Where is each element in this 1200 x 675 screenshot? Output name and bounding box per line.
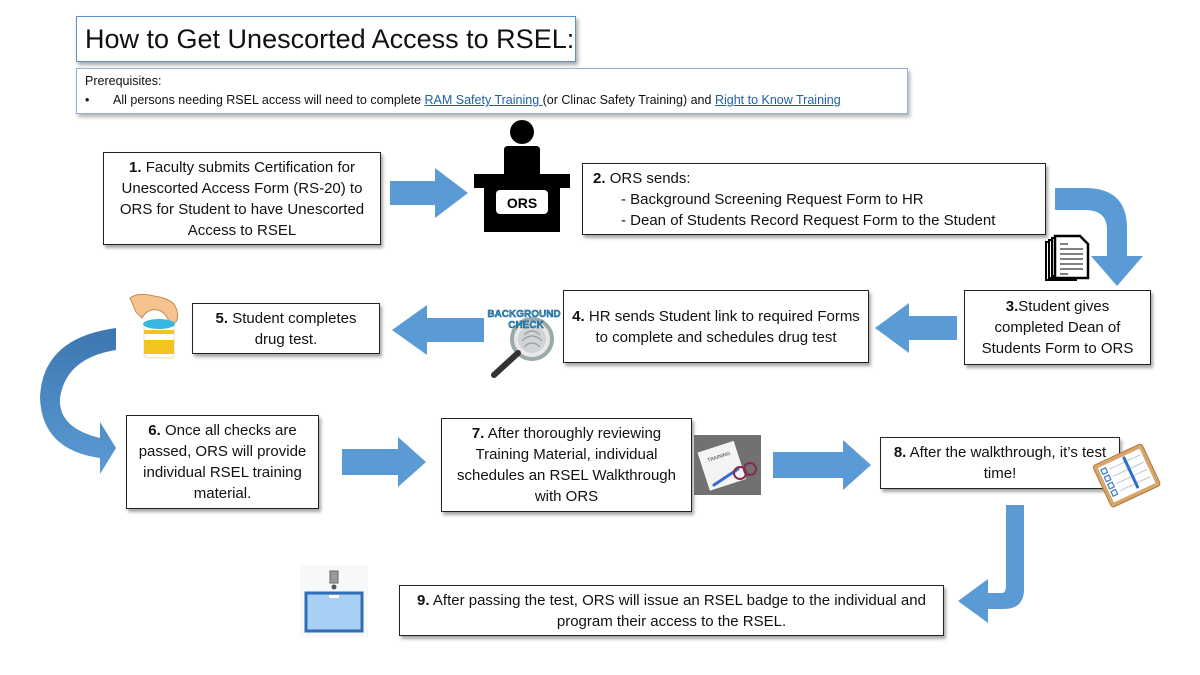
step-4-text: HR sends Student link to required Forms … — [588, 307, 860, 346]
documents-icon — [1045, 234, 1090, 281]
step-8-text: After the walkthrough, it’s test time! — [909, 444, 1107, 482]
arrow-left-4 — [392, 305, 484, 355]
step-2-text: ORS sends: — [609, 169, 691, 187]
step-5-number: 5. — [215, 309, 229, 327]
step-6-box: 6. Once all checks are passed, ORS will … — [126, 415, 319, 509]
step-4-number: 4. — [572, 307, 585, 325]
step-9-box: 9. After passing the test, ORS will issu… — [399, 585, 944, 636]
bullet: • — [85, 93, 90, 107]
step-2-number: 2. — [593, 169, 606, 187]
arrow-right-7 — [773, 440, 871, 490]
arrow-right-1 — [390, 168, 468, 218]
prereq-text-before: All persons needing RSEL access will nee… — [113, 93, 425, 107]
step-9-text: After passing the test, ORS will issue a… — [432, 591, 926, 630]
arrow-right-6 — [342, 437, 426, 487]
step-2-box: 2. ORS sends: - Background Screening Req… — [582, 163, 1046, 235]
step-8-number: 8. — [893, 444, 907, 461]
step-3-box: 3.Student gives completed Dean of Studen… — [964, 290, 1151, 365]
step-2-item: - Dean of Students Record Request Form t… — [621, 211, 996, 229]
right-to-know-training-link[interactable]: Right to Know Training — [715, 93, 841, 107]
drug-test-cup-icon — [129, 293, 179, 359]
step-3-text: Student gives completed Dean of Students… — [981, 298, 1134, 357]
prerequisites-box: Prerequisites: • All persons needing RSEL… — [76, 68, 908, 114]
background-check-label-1: BACKGROUND — [487, 309, 560, 320]
step-2-item: - Background Screening Request Form to H… — [621, 190, 924, 208]
ors-desk-icon: ORS — [474, 120, 570, 232]
training-notebook-icon: TRAINING — [694, 435, 761, 495]
step-6-number: 6. — [148, 422, 161, 439]
ram-safety-training-link[interactable]: RAM Safety Training — [425, 93, 543, 107]
page-title: How to Get Unescorted Access to RSEL: — [76, 16, 576, 62]
step-6-text: Once all checks are passed, ORS will pro… — [138, 422, 307, 502]
arrow-left-3 — [875, 303, 957, 353]
step-5-box: 5. Student completes drug test. — [192, 303, 380, 354]
id-badge-icon — [300, 565, 368, 637]
step-1-box: 1. Faculty submits Certification for Une… — [103, 152, 381, 245]
step-1-number: 1. — [129, 158, 142, 176]
ors-desk-label: ORS — [507, 195, 537, 211]
step-7-number: 7. — [471, 425, 485, 442]
prerequisites-item: • All persons needing RSEL access will ne… — [85, 91, 899, 110]
prereq-text-middle: (or Clinac Safety Training) and — [542, 93, 715, 107]
step-3-number: 3. — [1005, 298, 1019, 315]
step-7-text: After thoroughly reviewing Training Mate… — [456, 425, 676, 505]
step-7-box: 7. After thoroughly reviewing Training M… — [441, 418, 692, 512]
background-check-icon: BACKGROUND CHECK — [487, 309, 561, 378]
step-5-text: Student completes drug test. — [232, 309, 357, 348]
prerequisites-heading: Prerequisites: — [85, 74, 162, 88]
step-1-text: Faculty submits Certification for Unesco… — [119, 158, 365, 239]
step-9-number: 9. — [417, 591, 430, 609]
step-8-box: 8. After the walkthrough, it’s test time… — [880, 437, 1120, 489]
background-check-label-2: CHECK — [508, 320, 544, 331]
curved-arrow-down-5 — [40, 328, 116, 474]
clipboard-checklist-icon — [1092, 443, 1161, 508]
curved-arrow-down-8 — [958, 505, 1024, 623]
step-4-box: 4. HR sends Student link to required For… — [563, 290, 869, 363]
